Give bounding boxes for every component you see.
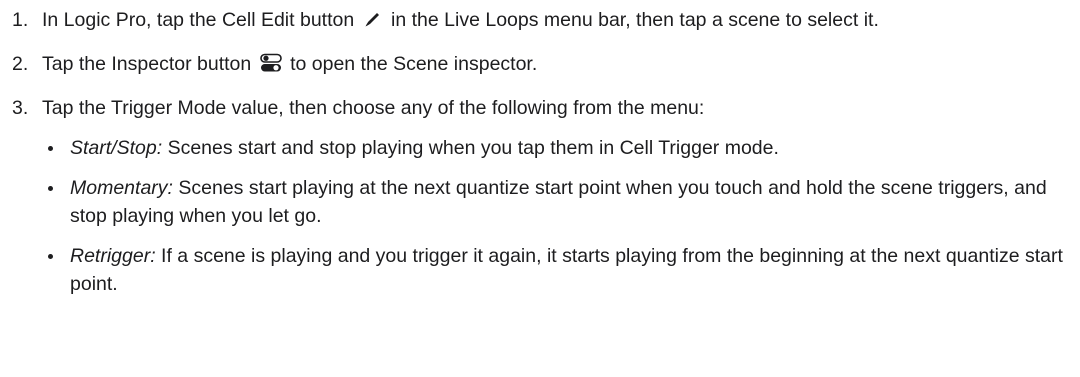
option-start-stop: Start/Stop: Scenes start and stop playin… bbox=[42, 134, 1070, 162]
option-momentary: Momentary: Scenes start playing at the n… bbox=[42, 174, 1070, 230]
step-text: in the Live Loops menu bar, then tap a s… bbox=[391, 9, 879, 31]
option-description: Scenes start and stop playing when you t… bbox=[167, 137, 779, 159]
step-number: 3. bbox=[12, 97, 29, 119]
option-description: Scenes start playing at the next quantiz… bbox=[70, 177, 1047, 227]
trigger-mode-options: Start/Stop: Scenes start and stop playin… bbox=[42, 134, 1070, 298]
step-number: 1. bbox=[12, 9, 29, 31]
inspector-toggle-icon bbox=[259, 52, 283, 74]
step-3: 3. Tap the Trigger Mode value, then choo… bbox=[6, 94, 1070, 298]
bullet-icon bbox=[48, 186, 53, 191]
step-text: to open the Scene inspector. bbox=[290, 53, 538, 75]
option-term: Momentary: bbox=[70, 177, 173, 199]
instructions-page: 1. In Logic Pro, tap the Cell Edit butto… bbox=[0, 0, 1080, 377]
option-retrigger: Retrigger: If a scene is playing and you… bbox=[42, 242, 1070, 298]
step-1: 1. In Logic Pro, tap the Cell Edit butto… bbox=[6, 6, 1070, 34]
steps-list: 1. In Logic Pro, tap the Cell Edit butto… bbox=[6, 6, 1070, 298]
step-text: In Logic Pro, tap the Cell Edit button bbox=[42, 9, 355, 31]
bullet-icon bbox=[48, 146, 53, 151]
bullet-icon bbox=[48, 254, 53, 259]
option-term: Retrigger: bbox=[70, 245, 156, 267]
step-number: 2. bbox=[12, 53, 29, 75]
option-description: If a scene is playing and you trigger it… bbox=[70, 245, 1063, 295]
option-term: Start/Stop: bbox=[70, 137, 163, 159]
pencil-icon bbox=[362, 8, 384, 30]
step-2: 2. Tap the Inspector button to open the … bbox=[6, 50, 1070, 78]
step-text: Tap the Trigger Mode value, then choose … bbox=[42, 97, 705, 119]
step-text: Tap the Inspector button bbox=[42, 53, 252, 75]
